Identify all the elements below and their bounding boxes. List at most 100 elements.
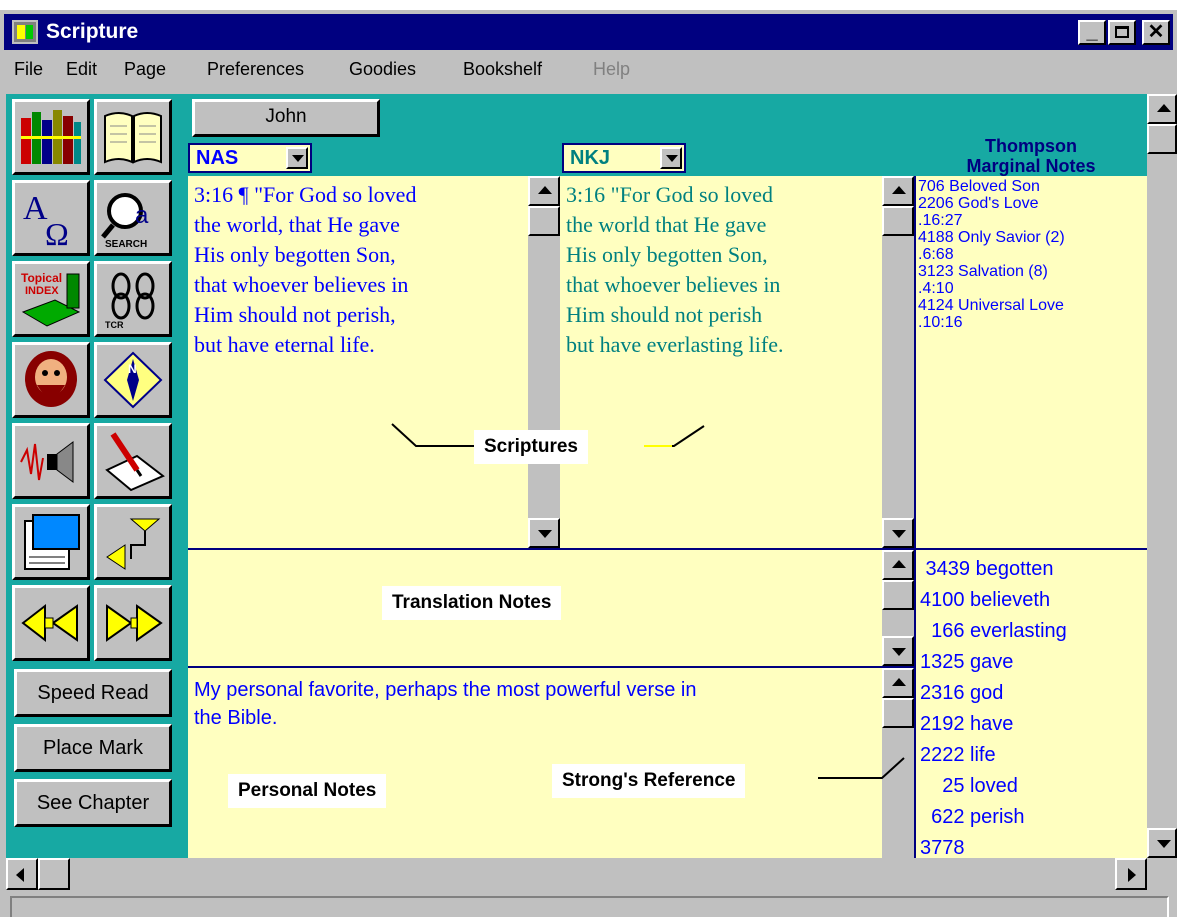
main-vertical-scrollbar[interactable] (1147, 94, 1177, 858)
scroll-down-icon[interactable] (528, 518, 560, 548)
nkj-label: NKJ (570, 147, 611, 169)
chain-reference-button[interactable]: TCR (94, 261, 172, 337)
nkj-scripture-pane[interactable]: 3:16 "For God so loved the world that He … (560, 176, 882, 548)
personal-notes-callout: Personal Notes (228, 774, 387, 808)
note-item: .10:16 (918, 314, 963, 331)
topical-index-icon: Topical INDEX (21, 271, 81, 327)
strongs-item: 3778 (920, 837, 965, 858)
strongs-item: 1325 gave (920, 651, 1014, 673)
open-bible-button[interactable] (94, 99, 172, 175)
see-chapter-button[interactable]: See Chapter (14, 779, 172, 827)
scroll-left-icon[interactable] (6, 858, 38, 890)
topical-index-button[interactable]: Topical INDEX (12, 261, 90, 337)
strongs-item: 166 everlasting (920, 620, 1067, 642)
verse-line: but have everlasting life. (566, 332, 784, 357)
search-button[interactable]: a SEARCH (94, 180, 172, 256)
next-button[interactable] (94, 585, 172, 661)
speaker-icon (20, 441, 74, 483)
previous-button[interactable] (12, 585, 90, 661)
menu-edit[interactable]: Edit (66, 59, 97, 80)
greek-hebrew-button[interactable]: A Ω (12, 180, 90, 256)
nas-dropdown-icon[interactable] (286, 147, 308, 169)
svg-text:N: N (128, 362, 137, 376)
note-item: .6:68 (918, 246, 954, 263)
navigate-button[interactable]: N (94, 342, 172, 418)
nas-translation-select[interactable]: NAS (188, 143, 312, 173)
scroll-up-icon[interactable] (528, 176, 560, 206)
scroll-up-icon[interactable] (882, 176, 914, 206)
thompson-notes-list: 706 Beloved Son 2206 God's Love .16:27 4188… (918, 178, 1065, 331)
menu-help[interactable]: Help (593, 59, 630, 80)
verse-line: that whoever believes in (194, 272, 409, 297)
scroll-thumb[interactable] (528, 206, 560, 236)
bookshelf-icon (21, 110, 81, 164)
scroll-up-icon[interactable] (882, 668, 914, 698)
scroll-thumb[interactable] (882, 580, 914, 610)
note-item: 2206 God's Love (918, 195, 1039, 212)
verse-line: the world, that He gave (194, 212, 400, 237)
strongs-item: 3439 begotten (920, 558, 1054, 580)
nas-scrollbar[interactable] (528, 176, 560, 548)
personal-notes-pane[interactable]: My personal favorite, perhaps the most p… (188, 668, 882, 858)
window-title: Scripture (46, 20, 139, 43)
step-button[interactable] (94, 504, 172, 580)
strongs-item: 622 perish (920, 806, 1025, 828)
previous-arrow-icon (21, 603, 78, 643)
scroll-thumb[interactable] (38, 858, 70, 890)
strongs-pane[interactable]: 3439 begotten 4100 believeth 166 everlast… (916, 550, 1147, 858)
left-toolbar: A Ω a SEARCH Topical INDEX TCR N Speed R… (6, 94, 186, 864)
menu-bookshelf[interactable]: Bookshelf (463, 59, 542, 80)
title-bar[interactable]: Scripture _ ✕ (4, 14, 1173, 50)
menu-preferences[interactable]: Preferences (207, 59, 304, 80)
translation-notes-scrollbar[interactable] (882, 550, 914, 666)
verse-line: 3:16 "For God so loved (566, 182, 773, 207)
minimize-button[interactable]: _ (1078, 20, 1106, 45)
strongs-item: 4100 believeth (920, 589, 1051, 611)
note-item: 4188 Only Savior (2) (918, 229, 1065, 246)
verse-line: the world that He gave (566, 212, 767, 237)
main-area: John NAS NKJ Thompson Marginal Notes 3:1… (186, 94, 1147, 858)
scroll-down-icon[interactable] (882, 518, 914, 548)
maximize-button[interactable] (1108, 20, 1136, 45)
write-note-button[interactable] (94, 423, 172, 499)
scroll-up-icon[interactable] (882, 550, 914, 580)
strongs-item: 2192 have (920, 713, 1014, 735)
scroll-thumb[interactable] (882, 206, 914, 236)
nkj-scrollbar[interactable] (882, 176, 914, 548)
strongs-item: 25 loved (920, 775, 1018, 797)
menu-page[interactable]: Page (124, 59, 166, 80)
status-bar (10, 896, 1169, 917)
nkj-dropdown-icon[interactable] (660, 147, 682, 169)
svg-text:Topical: Topical (21, 271, 62, 285)
translation-notes-callout: Translation Notes (382, 586, 562, 620)
audio-button[interactable] (12, 423, 90, 499)
note-item: 4124 Universal Love (918, 297, 1064, 314)
thompson-notes-pane[interactable]: 706 Beloved Son 2206 God's Love .16:27 4188… (914, 176, 1147, 548)
speed-read-button[interactable]: Speed Read (14, 669, 172, 717)
menu-bar: File Edit Page Preferences Goodies Books… (4, 52, 1173, 86)
note-item: .16:27 (918, 212, 963, 229)
note-item: 3123 Salvation (8) (918, 263, 1048, 280)
nas-scripture-pane[interactable]: 3:16 ¶ "For God so loved the world, that … (188, 176, 528, 548)
close-button[interactable]: ✕ (1142, 20, 1170, 45)
scroll-down-icon[interactable] (1147, 828, 1177, 858)
scroll-right-icon[interactable] (1115, 858, 1147, 890)
bookshelf-button[interactable] (12, 99, 90, 175)
personal-notes-scrollbar[interactable] (882, 668, 914, 858)
verse-line: 3:16 ¶ "For God so loved (194, 182, 417, 207)
horizontal-scrollbar[interactable] (6, 858, 1147, 890)
scroll-thumb[interactable] (882, 698, 914, 728)
scroll-up-icon[interactable] (1147, 94, 1177, 124)
place-mark-button[interactable]: Place Mark (14, 724, 172, 772)
book-selector-button[interactable]: John (192, 99, 380, 137)
scriptures-callout: Scriptures (474, 430, 588, 464)
nkj-translation-select[interactable]: NKJ (562, 143, 686, 173)
menu-file[interactable]: File (14, 59, 43, 80)
notepad-button[interactable] (12, 504, 90, 580)
scroll-down-icon[interactable] (882, 636, 914, 666)
scroll-thumb[interactable] (1147, 124, 1177, 154)
app-icon[interactable] (12, 20, 38, 44)
menu-goodies[interactable]: Goodies (349, 59, 416, 80)
people-button[interactable] (12, 342, 90, 418)
note-line: My personal favorite, perhaps the most p… (194, 679, 697, 701)
